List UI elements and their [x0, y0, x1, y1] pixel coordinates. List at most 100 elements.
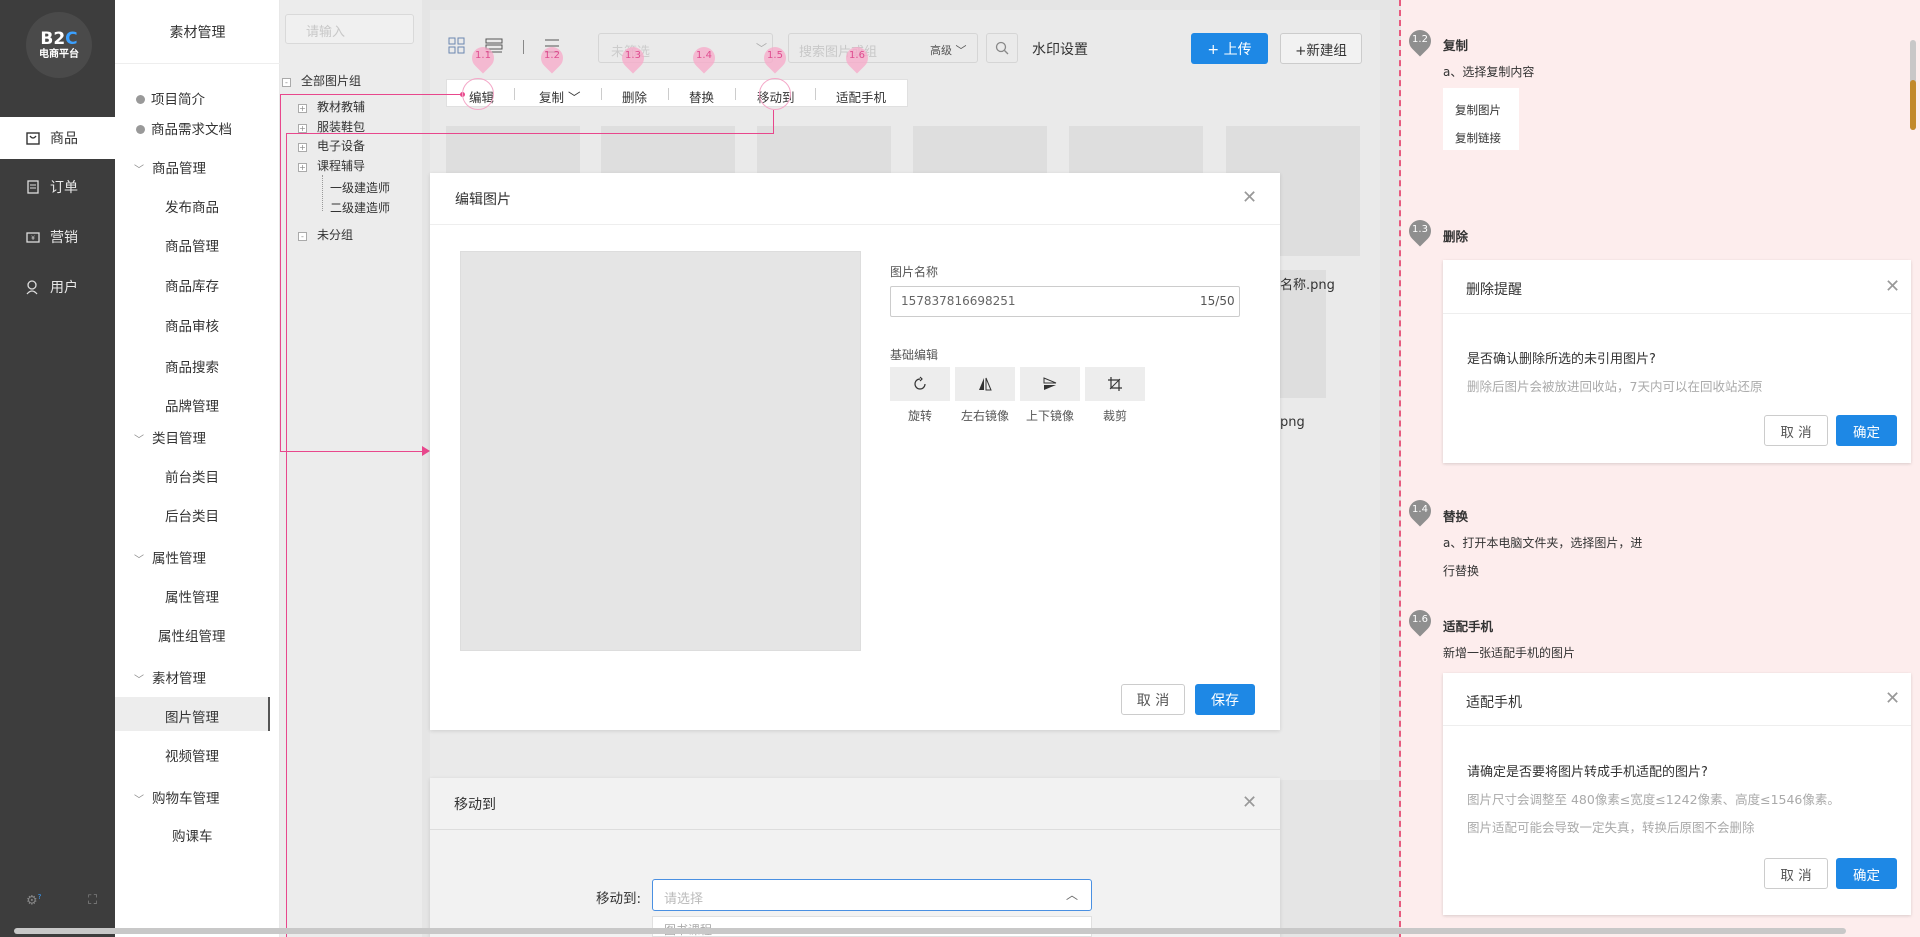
- search-button[interactable]: [986, 33, 1018, 63]
- annotation-line: [280, 94, 281, 452]
- tool-label: 旋转: [907, 409, 932, 423]
- tree-root[interactable]: - 全部图片组: [282, 72, 361, 89]
- new-group-button[interactable]: +新建组: [1280, 33, 1362, 64]
- horizontal-scrollbar[interactable]: [14, 928, 1846, 934]
- annotation-highlight-circle: [462, 78, 494, 110]
- image-name-input[interactable]: 157837816698251: [890, 286, 1240, 317]
- tree-node[interactable]: + 课程辅导: [298, 157, 365, 174]
- rail-item-marketing[interactable]: ¥ 营销: [0, 216, 115, 258]
- menu-item-video-mgmt[interactable]: 视频管理: [165, 745, 219, 765]
- menu-item-requirements[interactable]: 商品需求文档: [136, 118, 232, 138]
- annotation-line: [286, 133, 287, 937]
- tool-label: 裁剪: [1102, 409, 1127, 423]
- rail-item-orders[interactable]: 订单: [0, 166, 115, 208]
- close-icon[interactable]: ✕: [1242, 794, 1257, 812]
- action-separator: [601, 88, 602, 100]
- copy-link-option[interactable]: 复制链接: [1455, 130, 1501, 146]
- crop-button[interactable]: [1085, 367, 1145, 401]
- cancel-button[interactable]: 取 消: [1121, 684, 1185, 715]
- dialog-hint: 删除后图片会被放进回收站，7天内可以在回收站还原: [1467, 379, 1763, 394]
- menu-item-attribute[interactable]: 属性管理: [165, 586, 219, 606]
- tree-child[interactable]: 二级建造师: [330, 199, 390, 216]
- cancel-button[interactable]: 取 消: [1764, 858, 1828, 889]
- cancel-button[interactable]: 取 消: [1764, 415, 1828, 446]
- delete-action[interactable]: 删除: [622, 87, 647, 106]
- menu-item-attribute-group[interactable]: 属性组管理: [158, 625, 226, 645]
- menu-group-category[interactable]: 类目管理: [134, 427, 206, 447]
- tree-node[interactable]: + 电子设备: [298, 137, 365, 154]
- dialog-title: 删除提醒: [1466, 282, 1522, 298]
- annotation-line: [280, 94, 462, 95]
- note-title: 复制: [1443, 38, 1469, 53]
- thumbnail-name: png: [1280, 415, 1305, 430]
- menu-item-image-mgmt[interactable]: 图片管理: [165, 706, 219, 726]
- menu-group-cart[interactable]: 购物车管理: [134, 787, 220, 807]
- menu-item-course-cart[interactable]: 购课车: [172, 825, 213, 845]
- basic-edit-label: 基础编辑: [890, 348, 939, 362]
- rail-item-goods[interactable]: 商品: [0, 117, 115, 159]
- tool-label: 左右镜像: [960, 409, 1009, 423]
- rotate-icon: [914, 376, 926, 390]
- dialog-divider: [1443, 725, 1911, 726]
- menu-group-attribute[interactable]: 属性管理: [134, 547, 206, 567]
- grid-view-icon[interactable]: [447, 36, 467, 56]
- menu-item-back-category[interactable]: 后台类目: [165, 505, 219, 525]
- tree-search-input[interactable]: 请输入: [285, 14, 414, 44]
- move-to-select[interactable]: 请选择: [652, 879, 1092, 911]
- copy-action[interactable]: 复制 ﹀: [539, 87, 581, 106]
- annotation-pin-label: 1.6: [849, 50, 865, 61]
- menu-item-audit[interactable]: 商品审核: [165, 315, 219, 335]
- confirm-button[interactable]: 确定: [1836, 858, 1897, 889]
- advanced-search-toggle[interactable]: 高级 ﹀: [930, 42, 967, 58]
- flip-horizontal-icon: [979, 377, 992, 391]
- action-separator: [735, 88, 736, 100]
- dialog-title: 移动到: [430, 778, 1280, 830]
- annotation-pin-label: 1.3: [625, 50, 641, 61]
- annotation-line: [286, 133, 774, 134]
- marketing-icon: ¥: [26, 232, 40, 243]
- submenu-title: 素材管理: [115, 0, 280, 64]
- menu-item-goods-mgmt[interactable]: 商品管理: [165, 235, 219, 255]
- menu-item-search[interactable]: 商品搜索: [165, 356, 219, 376]
- tree-child[interactable]: 一级建造师: [330, 179, 390, 196]
- move-to-label: 移动到:: [596, 891, 642, 907]
- vertical-scrollbar-thumb[interactable]: [1910, 80, 1916, 130]
- flip-horizontal-button[interactable]: [955, 367, 1015, 401]
- close-icon[interactable]: ✕: [1242, 189, 1257, 207]
- dialog-question: 请确定是否要将图片转成手机适配的图片?: [1467, 765, 1708, 780]
- rail-item-users[interactable]: 用户: [0, 266, 115, 308]
- annotation-highlight-circle: [759, 78, 791, 110]
- watermark-settings-link[interactable]: 水印设置: [1032, 39, 1088, 59]
- menu-group-goods[interactable]: 商品管理: [134, 157, 206, 177]
- flip-vertical-button[interactable]: [1020, 367, 1080, 401]
- menu-item-brand[interactable]: 品牌管理: [165, 395, 219, 415]
- menu-item-intro[interactable]: 项目简介: [136, 88, 205, 108]
- chevron-up-icon: ︿: [1066, 888, 1079, 902]
- action-separator: [514, 88, 515, 100]
- annotation-arrow: [422, 446, 430, 456]
- menu-item-front-category[interactable]: 前台类目: [165, 466, 219, 486]
- annotation-divider: [1399, 0, 1401, 937]
- upload-button[interactable]: + 上传: [1191, 33, 1268, 64]
- replace-action[interactable]: 替换: [689, 87, 714, 106]
- search-icon: [995, 41, 1009, 55]
- tree-ungrouped[interactable]: - 未分组: [298, 226, 353, 243]
- save-button[interactable]: 保存: [1195, 684, 1255, 715]
- confirm-button[interactable]: 确定: [1836, 415, 1897, 446]
- menu-item-stock[interactable]: 商品库存: [165, 275, 219, 295]
- rotate-button[interactable]: [890, 367, 950, 401]
- fullscreen-icon[interactable]: ⛶: [88, 893, 97, 908]
- settings-icon[interactable]: ⚙?: [26, 893, 41, 908]
- dialog-title: 适配手机: [1466, 695, 1522, 711]
- thumbnail-name: 名称.png: [1280, 278, 1335, 293]
- note-title: 删除: [1443, 229, 1469, 244]
- tree-node[interactable]: + 教材教辅: [298, 98, 365, 115]
- adapt-mobile-action[interactable]: 适配手机: [836, 87, 886, 106]
- close-icon[interactable]: ✕: [1885, 278, 1900, 296]
- svg-text:¥: ¥: [31, 235, 35, 242]
- copy-image-option[interactable]: 复制图片: [1455, 102, 1501, 118]
- menu-item-publish[interactable]: 发布商品: [165, 196, 219, 216]
- menu-group-material[interactable]: 素材管理: [134, 667, 206, 687]
- close-icon[interactable]: ✕: [1885, 690, 1900, 708]
- dialog-hint: 图片适配可能会导致一定失真，转换后原图不会删除: [1467, 820, 1755, 835]
